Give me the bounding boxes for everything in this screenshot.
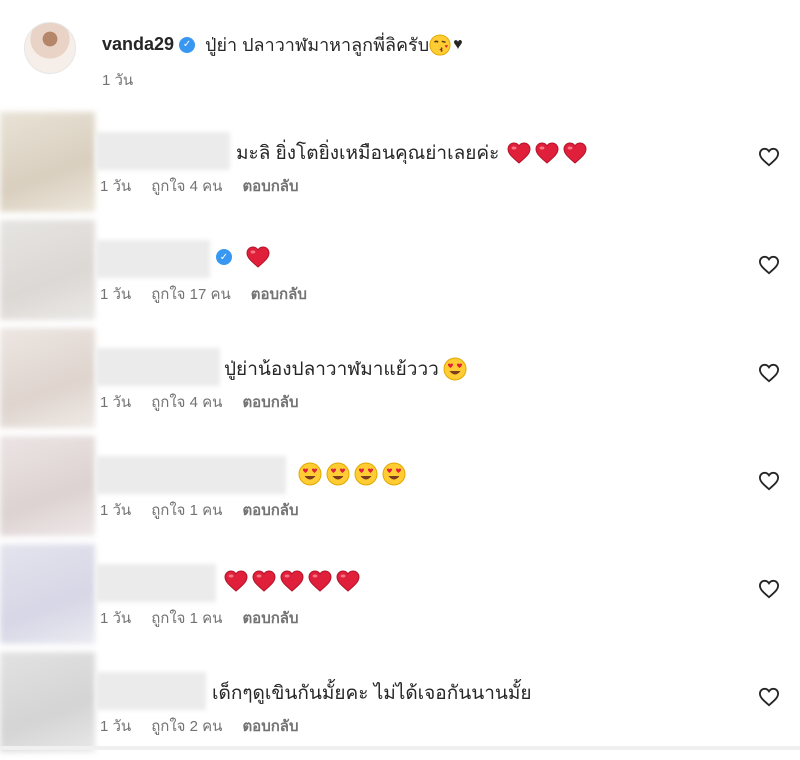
comment-likes[interactable]: ถูกใจ 1 คน: [151, 606, 222, 630]
comment-meta: 1 วัน ถูกใจ 1 คน ตอบกลับ: [100, 498, 299, 522]
commenter-avatar[interactable]: [0, 112, 95, 212]
comment-time: 1 วัน: [100, 718, 132, 735]
reply-button[interactable]: ตอบกลับ: [242, 714, 298, 738]
comment-meta: 1 วัน ถูกใจ 4 คน ตอบกลับ: [100, 390, 299, 414]
red-heart-icon: [252, 570, 276, 592]
red-heart-icon: [246, 246, 270, 268]
heart-eyes-emoji-icon: [382, 462, 406, 486]
scroll-edge: [0, 746, 800, 750]
kiss-emoji-icon: [429, 33, 451, 56]
black-heart-icon: ♥: [453, 35, 463, 53]
verified-badge-icon: ✓: [216, 249, 232, 265]
like-heart-outline-icon[interactable]: [758, 147, 780, 167]
like-heart-outline-icon[interactable]: [758, 579, 780, 599]
comment-time: 1 วัน: [100, 610, 132, 627]
comment-text: [220, 570, 360, 592]
author-avatar[interactable]: [24, 22, 76, 74]
comment-text: ปู่ย่าน้องปลาวาฬมาแย้ววว: [224, 354, 467, 384]
commenter-avatar[interactable]: [0, 652, 95, 752]
comment-meta: 1 วัน ถูกใจ 4 คน ตอบกลับ: [100, 174, 299, 198]
red-heart-icon: [308, 570, 332, 592]
commenter-name-redacted: [96, 672, 206, 710]
caption-text: ปู่ย่า ปลาวาฬมาหาลูกพี่ลิครับ: [205, 35, 430, 55]
heart-eyes-emoji-icon: [354, 462, 378, 486]
comment-item: ✓ 1 วัน ถูกใจ 17 คน ตอบกลับ: [0, 220, 800, 328]
heart-eyes-emoji-icon: [326, 462, 350, 486]
commenter-avatar[interactable]: [0, 544, 95, 644]
comment-item: 1 วัน ถูกใจ 1 คน ตอบกลับ: [0, 544, 800, 652]
comment-likes[interactable]: ถูกใจ 4 คน: [151, 174, 222, 198]
caption-line: vanda29 ✓ ปู่ย่า ปลาวาฬมาหาลูกพี่ลิครับ …: [102, 30, 463, 59]
comment-text: มะลิ ยิ่งโตยิ่งเหมือนคุณย่าเลยค่ะ: [236, 138, 587, 168]
commenter-name-redacted: [96, 348, 220, 386]
like-heart-outline-icon[interactable]: [758, 255, 780, 275]
red-heart-icon: [224, 570, 248, 592]
red-heart-icon: [280, 570, 304, 592]
comment-item: 1 วัน ถูกใจ 1 คน ตอบกลับ: [0, 436, 800, 544]
reply-button[interactable]: ตอบกลับ: [242, 390, 298, 414]
reply-button[interactable]: ตอบกลับ: [242, 498, 298, 522]
reply-button[interactable]: ตอบกลับ: [251, 282, 307, 306]
comment-item: มะลิ ยิ่งโตยิ่งเหมือนคุณย่าเลยค่ะ 1 วัน …: [0, 112, 800, 220]
red-heart-icon: [507, 142, 531, 164]
comment-time: 1 วัน: [100, 502, 132, 519]
comment-meta: 1 วัน ถูกใจ 17 คน ตอบกลับ: [100, 282, 307, 306]
author-username[interactable]: vanda29: [102, 34, 174, 55]
comment-meta: 1 วัน ถูกใจ 1 คน ตอบกลับ: [100, 606, 299, 630]
comment-likes[interactable]: ถูกใจ 1 คน: [151, 498, 222, 522]
heart-eyes-emoji-icon: [443, 357, 467, 381]
comment-time: 1 วัน: [100, 394, 132, 411]
commenter-name-redacted: [96, 132, 230, 170]
comment-text: ✓: [216, 246, 270, 268]
comment-time: 1 วัน: [100, 286, 132, 303]
comment-time: 1 วัน: [100, 178, 132, 195]
commenter-name-redacted: [96, 240, 210, 278]
like-heart-outline-icon[interactable]: [758, 687, 780, 707]
comment-text: [294, 462, 406, 486]
commenter-avatar[interactable]: [0, 220, 95, 320]
commenter-name-redacted: [96, 456, 286, 494]
post-caption: vanda29 ✓ ปู่ย่า ปลาวาฬมาหาลูกพี่ลิครับ …: [20, 20, 780, 90]
commenter-name-redacted: [96, 564, 216, 602]
comment-likes[interactable]: ถูกใจ 4 คน: [151, 390, 222, 414]
reply-button[interactable]: ตอบกลับ: [242, 174, 298, 198]
heart-eyes-emoji-icon: [298, 462, 322, 486]
comment-body: มะลิ ยิ่งโตยิ่งเหมือนคุณย่าเลยค่ะ: [236, 143, 500, 164]
commenter-avatar[interactable]: [0, 436, 95, 536]
red-heart-icon: [535, 142, 559, 164]
like-heart-outline-icon[interactable]: [758, 471, 780, 491]
red-heart-icon: [336, 570, 360, 592]
caption-time: 1 วัน: [102, 72, 134, 89]
commenter-avatar[interactable]: [0, 328, 95, 428]
comment-text: เด็กๆดูเขินกันมั้ยคะ ไม่ได้เจอกันนานมั้ย: [212, 678, 532, 708]
comment-meta: 1 วัน ถูกใจ 2 คน ตอบกลับ: [100, 714, 299, 738]
like-heart-outline-icon[interactable]: [758, 363, 780, 383]
comment-body: ปู่ย่าน้องปลาวาฬมาแย้ววว: [224, 359, 439, 380]
comment-likes[interactable]: ถูกใจ 17 คน: [151, 282, 231, 306]
comment-item: เด็กๆดูเขินกันมั้ยคะ ไม่ได้เจอกันนานมั้ย…: [0, 652, 800, 760]
red-heart-icon: [563, 142, 587, 164]
verified-badge-icon: ✓: [179, 36, 196, 53]
reply-button[interactable]: ตอบกลับ: [242, 606, 298, 630]
comment-item: ปู่ย่าน้องปลาวาฬมาแย้ววว 1 วัน ถูกใจ 4 ค…: [0, 328, 800, 436]
comment-body: เด็กๆดูเขินกันมั้ยคะ ไม่ได้เจอกันนานมั้ย: [212, 683, 532, 704]
comment-likes[interactable]: ถูกใจ 2 คน: [151, 714, 222, 738]
